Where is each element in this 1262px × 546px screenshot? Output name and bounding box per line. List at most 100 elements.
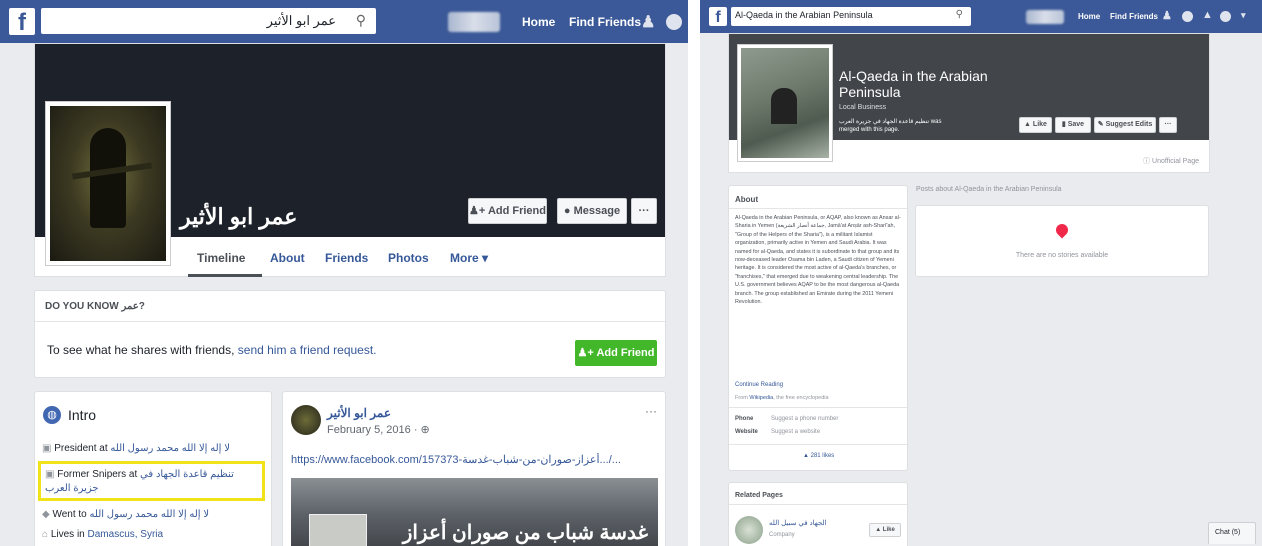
friend-requests-icon[interactable]: ♟ <box>1162 9 1172 22</box>
help-icon[interactable] <box>1220 11 1231 22</box>
facebook-logo[interactable]: f <box>9 8 35 36</box>
intro-globe-icon: ◍ <box>43 406 61 424</box>
divider <box>35 321 665 322</box>
post-author-avatar[interactable] <box>291 405 321 435</box>
tab-timeline[interactable]: Timeline <box>197 251 245 265</box>
search-input[interactable]: عمر ابو الأثير ⚲ <box>41 8 376 34</box>
notifications-icon[interactable]: ▲ <box>1202 9 1213 21</box>
search-value: عمر ابو الأثير <box>266 13 336 28</box>
user-avatar-blurred[interactable] <box>1026 10 1064 24</box>
add-friend-label: Add Friend <box>487 205 546 217</box>
page-title: Al-Qaeda in the Arabian Peninsula <box>839 68 988 100</box>
intro-item-prefix: Former Snipers at <box>57 469 141 480</box>
related-pages-heading: Related Pages <box>735 492 783 499</box>
search-value: Al-Qaeda in the Arabian Peninsula <box>735 10 873 20</box>
tab-photos[interactable]: Photos <box>388 251 429 265</box>
send-friend-request-link[interactable]: send him a friend request. <box>238 343 377 357</box>
add-friend-icon: ♟+ <box>469 205 488 217</box>
no-stories-text: There are no stories available <box>1015 252 1109 259</box>
add-friend-icon: ♟+ <box>577 347 597 359</box>
add-friend-green-button[interactable]: ♟+ Add Friend <box>575 340 657 366</box>
related-page-avatar[interactable] <box>735 516 763 544</box>
home-icon: ⌂ <box>42 529 51 540</box>
add-friend-green-label: Add Friend <box>596 347 655 359</box>
related-like-button[interactable]: ▲ Like <box>869 523 901 537</box>
related-page-category: Company <box>769 532 795 538</box>
find-friends-link[interactable]: Find Friends <box>569 15 641 29</box>
post-date[interactable]: February 5, 2016 · ⊕ <box>327 423 430 436</box>
page-category: Local Business <box>839 104 887 111</box>
website-suggest-link[interactable]: Suggest a website <box>771 429 820 435</box>
chat-tab[interactable]: Chat (5) <box>1208 522 1256 544</box>
intro-item-work: ▣ President at لا إله إلا الله محمد رسول… <box>42 443 267 454</box>
divider <box>729 407 907 408</box>
home-link[interactable]: Home <box>1078 12 1100 21</box>
messenger-icon: ● <box>563 205 574 217</box>
post-card: عمر ابو الأثير February 5, 2016 · ⊕ ··· … <box>282 391 666 546</box>
continue-reading-link[interactable]: Continue Reading <box>735 382 783 388</box>
tab-about[interactable]: About <box>270 251 305 265</box>
profile-screenshot: f عمر ابو الأثير ⚲ Home Find Friends ♟ ع… <box>0 0 688 546</box>
do-you-know-card: DO YOU KNOW عمر? To see what he shares w… <box>34 290 666 378</box>
tab-timeline-underline <box>188 274 262 277</box>
profile-tabs: Timeline About Friends Photos More ▾ <box>180 237 665 277</box>
tab-friends[interactable]: Friends <box>325 251 368 265</box>
profile-name: عمر ابو الأثير <box>180 204 298 229</box>
find-friends-link[interactable]: Find Friends <box>1110 12 1158 21</box>
graduation-cap-icon: ◆ <box>42 509 53 520</box>
top-navbar: f عمر ابو الأثير ⚲ Home Find Friends ♟ <box>0 0 688 43</box>
user-avatar-blurred[interactable] <box>448 12 500 32</box>
intro-title: Intro <box>68 407 97 423</box>
info-icon: ⓘ <box>1143 158 1153 165</box>
post-image-inset <box>309 514 367 546</box>
messages-icon[interactable] <box>666 14 682 30</box>
related-like-label: Like <box>882 527 895 533</box>
phone-label: Phone <box>735 416 754 422</box>
post-author-name[interactable]: عمر ابو الأثير <box>327 406 391 420</box>
posts-about-heading: Posts about Al-Qaeda in the Arabian Peni… <box>916 186 1062 193</box>
briefcase-icon: ▣ <box>45 469 58 480</box>
related-pages-card: Related Pages الجهاد في سبيل الله Compan… <box>728 482 908 546</box>
suggest-edits-button[interactable]: ✎ Suggest Edits <box>1094 117 1156 133</box>
search-icon[interactable]: ⚲ <box>356 12 366 29</box>
more-options-button[interactable]: ··· <box>1159 117 1177 133</box>
profile-picture[interactable] <box>45 101 171 266</box>
like-label: Like <box>1032 121 1047 128</box>
thumbs-up-icon: ▲ <box>803 453 811 459</box>
facebook-logo[interactable]: f <box>709 7 727 26</box>
phone-suggest-link[interactable]: Suggest a phone number <box>771 416 838 422</box>
intro-card: ◍ Intro ▣ President at لا إله إلا الله م… <box>34 391 272 546</box>
post-shared-link[interactable]: https://www.facebook.com/157373-أعزاز-صو… <box>291 453 661 466</box>
pencil-icon: ✎ <box>1097 121 1106 128</box>
intro-item-prefix: Went to <box>52 509 90 520</box>
intro-item-link[interactable]: Damascus, Syria <box>88 529 164 540</box>
friend-requests-icon[interactable]: ♟ <box>641 12 655 32</box>
search-input[interactable]: Al-Qaeda in the Arabian Peninsula ⚲ <box>731 7 971 26</box>
wikipedia-link[interactable]: Wikipedia <box>749 395 773 401</box>
search-icon[interactable]: ⚲ <box>956 9 963 20</box>
add-friend-button[interactable]: ♟+ Add Friend <box>468 198 547 224</box>
intro-item-link[interactable]: لا إله إلا الله محمد رسول الله <box>90 509 210 520</box>
unofficial-label: Unofficial Page <box>1152 158 1199 165</box>
save-button[interactable]: ▮ Save <box>1055 117 1091 133</box>
home-link[interactable]: Home <box>522 15 555 29</box>
related-page-name[interactable]: الجهاد في سبيل الله <box>769 519 827 527</box>
post-image-caption: غدسة شباب من صوران أعزاز <box>402 522 648 544</box>
page-likes-count[interactable]: ▲ 281 likes <box>803 453 834 459</box>
account-menu-icon[interactable]: ▾ <box>1241 10 1246 21</box>
post-image[interactable]: غدسة شباب من صوران أعزاز <box>291 478 658 546</box>
posts-about-card: There are no stories available <box>915 205 1209 277</box>
briefcase-icon: ▣ <box>42 443 55 454</box>
intro-item-highlighted: ▣ Former Snipers at تنظيم قاعدة الجهاد ف… <box>38 461 265 501</box>
page-profile-picture[interactable] <box>737 44 833 162</box>
about-card: About Al-Qaeda in the Arabian Peninsula,… <box>728 185 908 471</box>
like-button[interactable]: ▲ Like <box>1019 117 1052 133</box>
post-menu-button[interactable]: ··· <box>645 404 657 418</box>
intro-item-lives: ⌂ Lives in Damascus, Syria <box>42 529 267 540</box>
more-options-button[interactable]: ··· <box>631 198 657 224</box>
divider <box>729 208 907 209</box>
intro-item-link[interactable]: لا إله إلا الله محمد رسول الله <box>110 443 230 454</box>
messages-icon[interactable] <box>1182 11 1193 22</box>
message-button[interactable]: ● Message <box>557 198 627 224</box>
tab-more[interactable]: More ▾ <box>450 251 488 265</box>
